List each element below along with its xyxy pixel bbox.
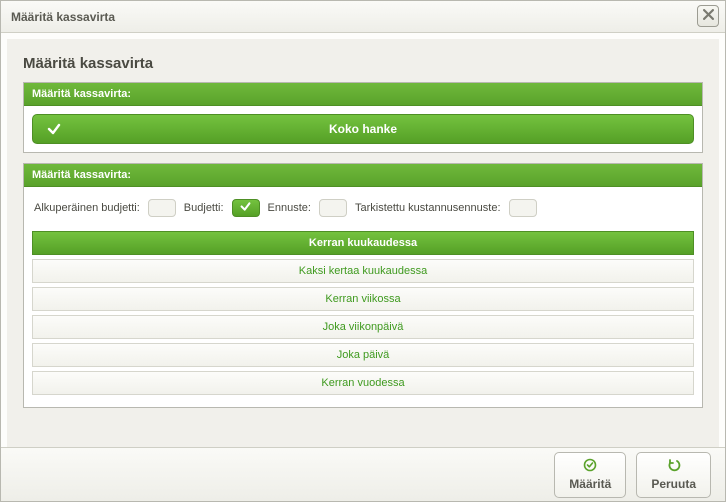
dialog-window: Määritä kassavirta Määritä kassavirta Mä… bbox=[0, 0, 726, 502]
revised-cost-forecast-label: Tarkistettu kustannusennuste: bbox=[355, 202, 501, 214]
frequency-option[interactable]: Joka viikonpäivä bbox=[32, 315, 694, 339]
content-area: Määritä kassavirta Määritä kassavirta: K… bbox=[1, 33, 725, 447]
close-button[interactable] bbox=[697, 5, 719, 27]
scope-whole-project-button[interactable]: Koko hanke bbox=[32, 114, 694, 144]
frequency-option-label: Kaksi kertaa kuukaudessa bbox=[299, 265, 427, 277]
ok-button-label: Määritä bbox=[569, 477, 611, 491]
ok-button[interactable]: Määritä bbox=[554, 452, 626, 498]
titlebar: Määritä kassavirta bbox=[1, 1, 725, 33]
confirm-icon bbox=[583, 458, 597, 475]
scope-panel: Määritä kassavirta: Koko hanke bbox=[23, 82, 703, 153]
frequency-option[interactable]: Joka päivä bbox=[32, 343, 694, 367]
cancel-button[interactable]: Peruuta bbox=[636, 452, 711, 498]
forecast-label: Ennuste: bbox=[268, 202, 311, 214]
cancel-button-label: Peruuta bbox=[651, 477, 696, 491]
frequency-option-list: Kerran kuukaudessa Kaksi kertaa kuukaude… bbox=[32, 231, 694, 395]
frequency-option-label: Kerran viikossa bbox=[325, 293, 400, 305]
budget-label: Budjetti: bbox=[184, 202, 224, 214]
undo-icon bbox=[667, 458, 681, 475]
budget-toggle[interactable] bbox=[232, 199, 260, 217]
window-title: Määritä kassavirta bbox=[11, 10, 115, 24]
frequency-option[interactable]: Kerran kuukaudessa bbox=[32, 231, 694, 255]
dialog-footer: Määritä Peruuta bbox=[1, 447, 725, 501]
settings-panel-body: Alkuperäinen budjetti: Budjetti: Ennuste… bbox=[24, 187, 702, 407]
settings-panel-header: Määritä kassavirta: bbox=[24, 164, 702, 187]
frequency-option-label: Kerran vuodessa bbox=[321, 377, 404, 389]
page-heading: Määritä kassavirta bbox=[23, 55, 703, 72]
frequency-option[interactable]: Kaksi kertaa kuukaudessa bbox=[32, 259, 694, 283]
original-budget-toggle[interactable] bbox=[148, 199, 176, 217]
frequency-option[interactable]: Kerran vuodessa bbox=[32, 371, 694, 395]
settings-panel: Määritä kassavirta: Alkuperäinen budjett… bbox=[23, 163, 703, 408]
scope-button-label: Koko hanke bbox=[329, 122, 397, 136]
scope-panel-body: Koko hanke bbox=[24, 106, 702, 152]
frequency-option[interactable]: Kerran viikossa bbox=[32, 287, 694, 311]
budget-toggle-row: Alkuperäinen budjetti: Budjetti: Ennuste… bbox=[32, 195, 694, 227]
scope-panel-header: Määritä kassavirta: bbox=[24, 83, 702, 106]
frequency-option-label: Joka viikonpäivä bbox=[323, 321, 404, 333]
forecast-toggle[interactable] bbox=[319, 199, 347, 217]
frequency-option-label: Joka päivä bbox=[337, 349, 390, 361]
check-icon bbox=[240, 201, 251, 215]
original-budget-label: Alkuperäinen budjetti: bbox=[34, 202, 140, 214]
close-icon bbox=[703, 7, 714, 25]
revised-cost-forecast-toggle[interactable] bbox=[509, 199, 537, 217]
frequency-option-label: Kerran kuukaudessa bbox=[309, 237, 417, 249]
check-icon bbox=[47, 122, 61, 136]
